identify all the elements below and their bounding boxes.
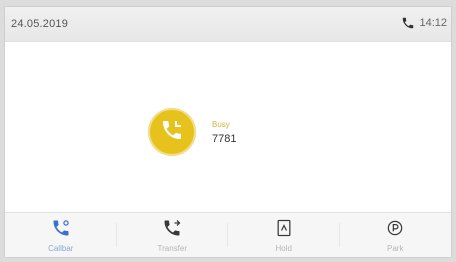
status-date: 24.05.2019 [11, 18, 69, 30]
call-status: Busy [212, 120, 230, 129]
phone-icon [401, 16, 415, 30]
softkey-callbar[interactable]: Callbar [5, 213, 117, 257]
softkey-label: Hold [275, 244, 292, 253]
call-info: Busy 7781 [212, 118, 236, 146]
park-icon [385, 218, 405, 243]
softkey-label: Park [387, 244, 404, 253]
phone-in-call-icon [160, 118, 184, 147]
status-right: 14:12 [401, 16, 447, 30]
status-time: 14:12 [419, 17, 447, 29]
call-avatar [148, 108, 196, 156]
phone-settings-icon [51, 218, 71, 243]
softkey-bar: Callbar Transfer Hold Park [5, 212, 451, 257]
call-area: Busy 7781 [5, 42, 451, 214]
softkey-label: Callbar [48, 244, 74, 253]
softkey-hold[interactable]: Hold [228, 213, 340, 257]
status-bar: 24.05.2019 14:12 [5, 7, 451, 42]
phone-forward-icon [162, 218, 182, 243]
hold-icon [274, 218, 294, 243]
softkey-label: Transfer [157, 244, 188, 253]
softkey-park[interactable]: Park [340, 213, 452, 257]
softkey-transfer[interactable]: Transfer [117, 213, 228, 257]
call-number: 7781 [212, 133, 237, 145]
active-call-card[interactable]: Busy 7781 [148, 108, 236, 156]
phone-screen: 24.05.2019 14:12 Busy 7781 Callbar Trans… [4, 6, 452, 258]
